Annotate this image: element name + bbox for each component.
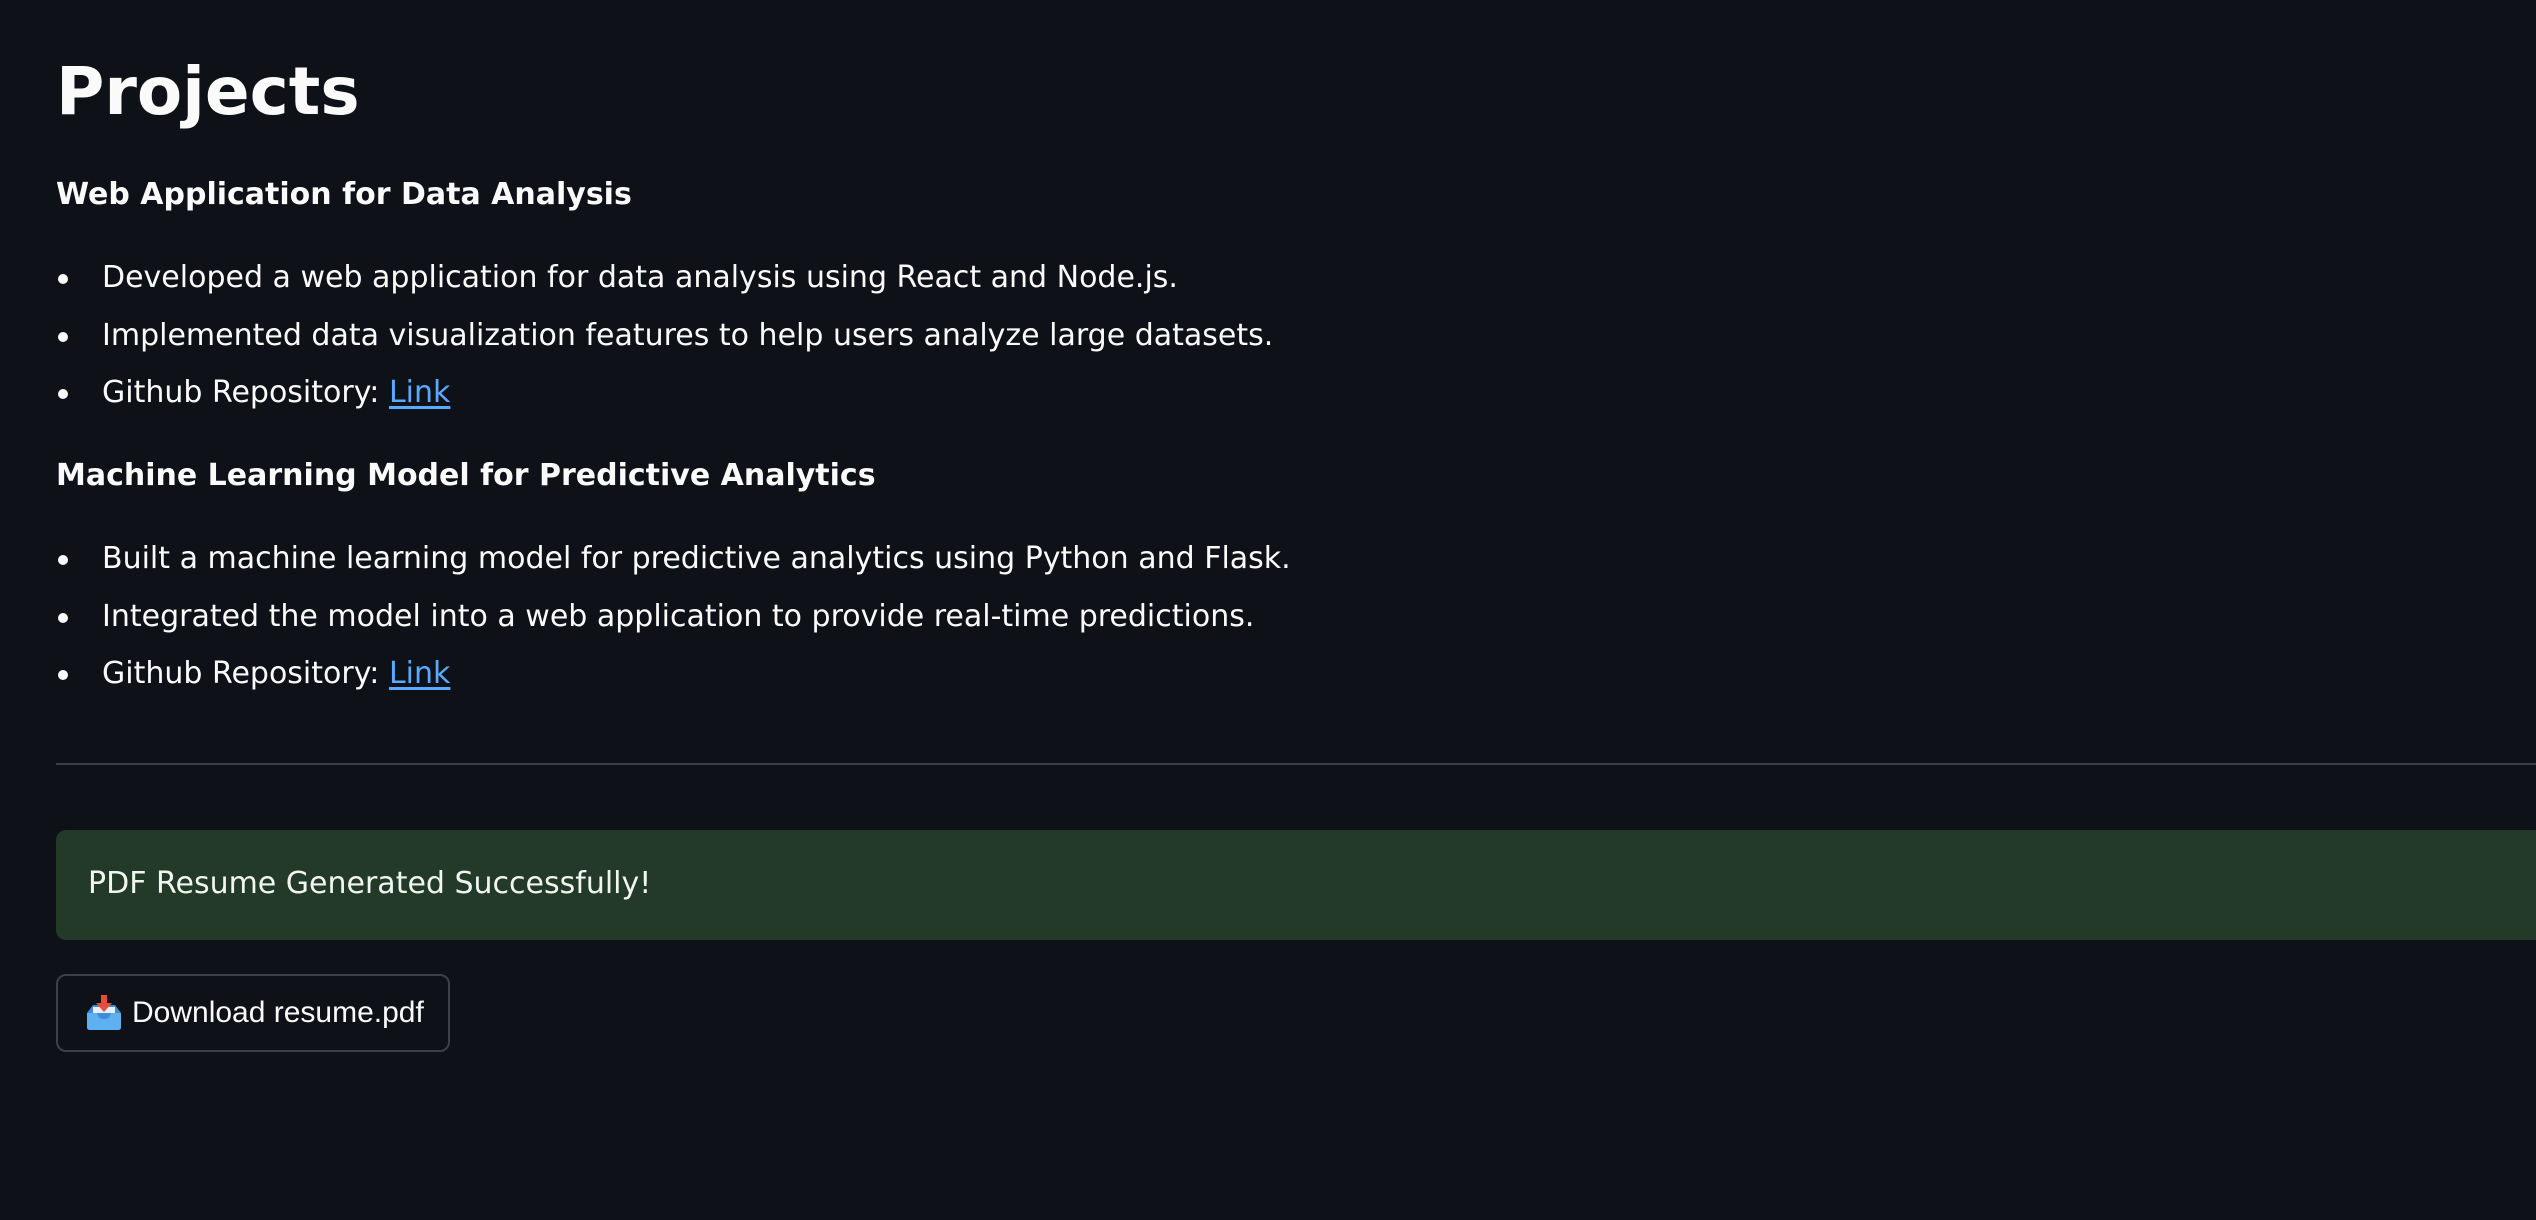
github-repo-link[interactable]: Link [389, 375, 450, 410]
list-item: Integrated the model into a web applicat… [56, 597, 1291, 655]
project-title: Web Application for Data Analysis [56, 177, 632, 212]
project-bullet-list: Developed a web application for data ana… [56, 258, 1273, 431]
github-repo-link[interactable]: Link [389, 656, 450, 691]
bullet-text: Integrated the model into a web applicat… [102, 598, 1255, 634]
download-resume-button[interactable]: Download resume.pdf [56, 974, 450, 1052]
bullet-icon [58, 274, 68, 284]
bullet-icon [58, 555, 68, 565]
repo-label: Github Repository: [102, 375, 389, 410]
list-item: Github Repository: Link [56, 373, 1273, 431]
bullet-icon [58, 670, 68, 680]
project-title: Machine Learning Model for Predictive An… [56, 458, 876, 493]
app-page: Projects Web Application for Data Analys… [0, 0, 2536, 1220]
repo-label: Github Repository: [102, 656, 389, 691]
list-item: Implemented data visualization features … [56, 316, 1273, 374]
download-button-label: Download resume.pdf [132, 996, 424, 1029]
bullet-icon [58, 612, 68, 623]
page-title: Projects [56, 53, 360, 130]
success-alert: PDF Resume Generated Successfully! [56, 830, 2536, 940]
success-message: PDF Resume Generated Successfully! [88, 866, 652, 901]
project-bullet-list: Built a machine learning model for predi… [56, 539, 1291, 712]
list-item: Developed a web application for data ana… [56, 258, 1273, 316]
list-item: Built a machine learning model for predi… [56, 539, 1291, 597]
bullet-icon [58, 331, 68, 342]
bullet-text: Built a machine learning model for predi… [102, 541, 1291, 576]
inbox-tray-icon [84, 993, 124, 1033]
bullet-icon [58, 389, 68, 399]
list-item: Github Repository: Link [56, 654, 1291, 712]
horizontal-divider [56, 763, 2536, 765]
bullet-text: Developed a web application for data ana… [102, 260, 1178, 295]
bullet-text: Implemented data visualization features … [102, 317, 1274, 353]
